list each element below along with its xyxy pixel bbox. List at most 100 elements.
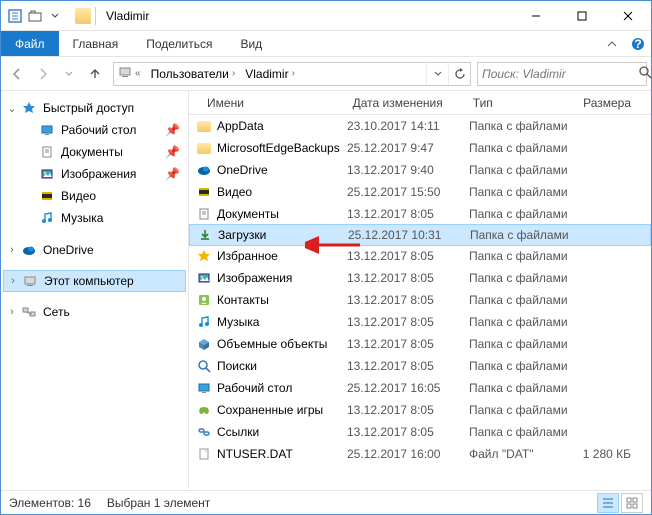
pin-icon: 📌 bbox=[165, 123, 180, 137]
chevron-right-icon[interactable]: › bbox=[6, 275, 20, 287]
breadcrumb-users: Пользователи bbox=[151, 67, 229, 81]
nav-quick-item[interactable]: Музыка bbox=[1, 207, 188, 229]
address-root[interactable]: « bbox=[114, 63, 147, 85]
up-button[interactable] bbox=[83, 62, 107, 86]
column-date[interactable]: Дата изменения bbox=[345, 96, 465, 110]
file-row[interactable]: Ссылки13.12.2017 8:05Папка с файлами bbox=[189, 421, 651, 443]
file-name: Изображения bbox=[213, 271, 347, 285]
file-row[interactable]: Избранное13.12.2017 8:05Папка с файлами bbox=[189, 245, 651, 267]
pc-icon bbox=[22, 273, 38, 289]
file-row[interactable]: Сохраненные игры13.12.2017 8:05Папка с ф… bbox=[189, 399, 651, 421]
file-name: Документы bbox=[213, 207, 347, 221]
file-date: 13.12.2017 8:05 bbox=[347, 337, 469, 351]
file-row[interactable]: Изображения13.12.2017 8:05Папка с файлам… bbox=[189, 267, 651, 289]
file-name: NTUSER.DAT bbox=[213, 447, 347, 461]
search-icon[interactable] bbox=[639, 66, 652, 82]
file-row[interactable]: OneDrive13.12.2017 9:40Папка с файлами bbox=[189, 159, 651, 181]
nav-this-pc[interactable]: › Этот компьютер bbox=[3, 270, 186, 292]
file-date: 13.12.2017 8:05 bbox=[347, 271, 469, 285]
file-type: Папка с файлами bbox=[469, 141, 581, 155]
close-button[interactable] bbox=[605, 1, 651, 30]
file-date: 13.12.2017 8:05 bbox=[347, 249, 469, 263]
nav-label: Документы bbox=[57, 145, 123, 159]
tab-share[interactable]: Поделиться bbox=[132, 31, 226, 56]
minimize-button[interactable] bbox=[513, 1, 559, 30]
pin-icon: 📌 bbox=[165, 167, 180, 181]
file-row[interactable]: Рабочий стол25.12.2017 16:05Папка с файл… bbox=[189, 377, 651, 399]
tab-home[interactable]: Главная bbox=[59, 31, 133, 56]
file-row[interactable]: Контакты13.12.2017 8:05Папка с файлами bbox=[189, 289, 651, 311]
nav-quick-item[interactable]: Рабочий стол 📌 bbox=[1, 119, 188, 141]
pictures-icon bbox=[195, 271, 213, 285]
nav-label: Рабочий стол bbox=[57, 123, 136, 137]
nav-quick-item[interactable]: Документы 📌 bbox=[1, 141, 188, 163]
star-icon bbox=[21, 100, 37, 116]
status-item-count: Элементов: 16 bbox=[9, 496, 91, 510]
file-row[interactable]: MicrosoftEdgeBackups25.12.2017 9:47Папка… bbox=[189, 137, 651, 159]
file-type: Папка с файлами bbox=[469, 381, 581, 395]
forward-button[interactable] bbox=[31, 62, 55, 86]
documents-icon bbox=[195, 207, 213, 221]
tab-file[interactable]: Файл bbox=[1, 31, 59, 56]
file-row[interactable]: Документы13.12.2017 8:05Папка с файлами bbox=[189, 203, 651, 225]
file-row[interactable]: Поиски13.12.2017 8:05Папка с файлами bbox=[189, 355, 651, 377]
file-name: Избранное bbox=[213, 249, 347, 263]
view-thumbnails-button[interactable] bbox=[621, 493, 643, 513]
file-type: Папка с файлами bbox=[469, 271, 581, 285]
search-box[interactable] bbox=[477, 62, 647, 86]
nav-quick-access[interactable]: ⌄ Быстрый доступ bbox=[1, 97, 188, 119]
nav-quick-item[interactable]: Изображения📌 bbox=[1, 163, 188, 185]
file-row[interactable]: AppData23.10.2017 14:11Папка с файлами bbox=[189, 115, 651, 137]
address-seg-0[interactable]: Пользователи› bbox=[147, 63, 242, 85]
file-row[interactable]: Загрузки25.12.2017 10:31Папка с файлами bbox=[189, 224, 651, 246]
file-type: Папка с файлами bbox=[469, 403, 581, 417]
help-button[interactable]: ? bbox=[625, 31, 651, 56]
chevron-right-icon[interactable]: › bbox=[5, 244, 19, 256]
properties-icon[interactable] bbox=[7, 8, 23, 24]
file-row[interactable]: NTUSER.DAT25.12.2017 16:00Файл "DAT"1 28… bbox=[189, 443, 651, 465]
search-icon bbox=[195, 359, 213, 373]
file-date: 13.12.2017 8:05 bbox=[347, 315, 469, 329]
nav-network[interactable]: › Сеть bbox=[1, 301, 188, 323]
svg-text:?: ? bbox=[634, 37, 641, 51]
ribbon-expand-button[interactable] bbox=[599, 31, 625, 56]
file-date: 25.12.2017 10:31 bbox=[348, 228, 470, 242]
chevron-right-icon[interactable]: › bbox=[5, 306, 19, 318]
address-dropdown[interactable] bbox=[426, 63, 448, 85]
documents-icon bbox=[39, 144, 55, 160]
history-dropdown[interactable] bbox=[57, 62, 81, 86]
address-bar[interactable]: « Пользователи› Vladimir› bbox=[113, 62, 471, 86]
file-type: Папка с файлами bbox=[469, 359, 581, 373]
address-seg-1[interactable]: Vladimir› bbox=[241, 63, 301, 85]
chevron-down-icon[interactable]: ⌄ bbox=[5, 102, 19, 115]
column-name[interactable]: Имени bbox=[189, 96, 345, 110]
nav-onedrive[interactable]: › OneDrive bbox=[1, 239, 188, 261]
view-details-button[interactable] bbox=[597, 493, 619, 513]
file-size: 1 280 КБ bbox=[581, 447, 651, 461]
file-name: OneDrive bbox=[213, 163, 347, 177]
file-row[interactable]: Музыка13.12.2017 8:05Папка с файлами bbox=[189, 311, 651, 333]
back-button[interactable] bbox=[5, 62, 29, 86]
new-folder-icon[interactable] bbox=[27, 8, 43, 24]
maximize-button[interactable] bbox=[559, 1, 605, 30]
status-bar: Элементов: 16 Выбран 1 элемент bbox=[1, 490, 651, 514]
file-name: Загрузки bbox=[214, 228, 348, 242]
nav-label: OneDrive bbox=[39, 243, 94, 257]
column-size[interactable]: Размера bbox=[575, 96, 651, 110]
nav-quick-item[interactable]: Видео bbox=[1, 185, 188, 207]
file-row[interactable]: Видео25.12.2017 15:50Папка с файлами bbox=[189, 181, 651, 203]
search-input[interactable] bbox=[482, 67, 639, 81]
file-type: Папка с файлами bbox=[469, 163, 581, 177]
nav-label: Быстрый доступ bbox=[39, 101, 134, 115]
file-name: Видео bbox=[213, 185, 347, 199]
navigation-pane: ⌄ Быстрый доступ Рабочий стол 📌 Документы 📌… bbox=[1, 91, 189, 489]
refresh-button[interactable] bbox=[448, 63, 470, 85]
tab-view[interactable]: Вид bbox=[226, 31, 276, 56]
pin-icon: 📌 bbox=[165, 145, 180, 159]
file-icon bbox=[195, 447, 213, 461]
file-row[interactable]: Объемные объекты13.12.2017 8:05Папка с ф… bbox=[189, 333, 651, 355]
qat-dropdown-icon[interactable] bbox=[47, 8, 63, 24]
pc-icon bbox=[118, 65, 132, 82]
title-divider bbox=[95, 7, 96, 25]
column-type[interactable]: Тип bbox=[465, 96, 575, 110]
